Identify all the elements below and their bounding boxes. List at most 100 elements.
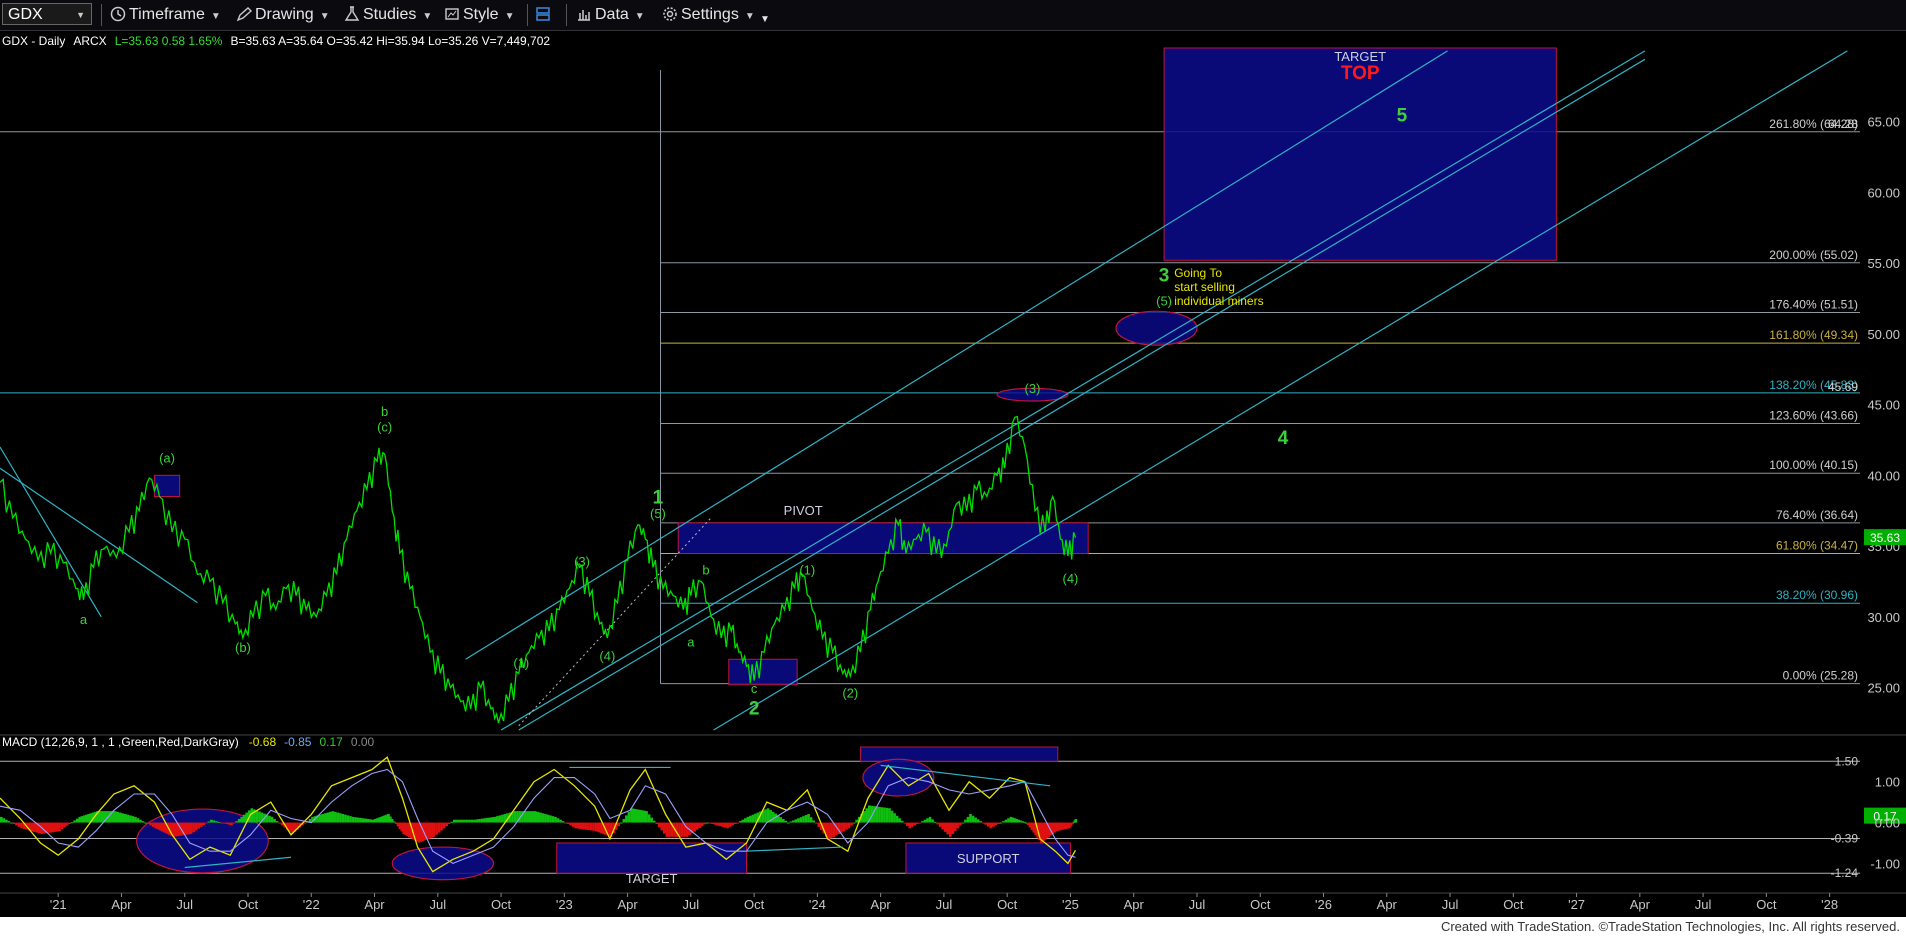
macd-histogram-bar — [455, 819, 459, 823]
macd-histogram-bar — [55, 822, 59, 832]
chevron-down-icon: ▼ — [504, 11, 515, 22]
macd-histogram-bar — [981, 822, 985, 824]
macd-value: -0.68 — [249, 735, 277, 749]
macd-histogram-bar — [154, 822, 157, 829]
wave-label: (5) — [1156, 294, 1172, 309]
macd-zone-label: TARGET — [626, 871, 678, 886]
macd-histogram-bar — [731, 822, 734, 826]
studies-menu[interactable]: Studies ▼ — [344, 5, 432, 25]
price-axis[interactable]: 25.0030.0035.0040.0045.0050.0055.0060.00… — [1828, 115, 1906, 696]
wave-label: 5 — [1397, 106, 1408, 127]
macd-histogram-bar — [999, 822, 1003, 824]
macd-histogram-bar — [442, 822, 446, 829]
layout-button[interactable] — [535, 5, 554, 25]
chart-area[interactable]: 261.80% (64.28)200.00% (55.02)176.40% (5… — [0, 30, 1906, 917]
macd-histogram-bar — [187, 822, 191, 835]
symbol-selector[interactable]: GDX ▼ — [2, 3, 92, 25]
macd-histogram-bar — [551, 816, 555, 823]
macd-histogram-bar — [473, 819, 476, 823]
time-tick-label: Apr — [871, 897, 892, 912]
macd-histogram-bar — [523, 811, 527, 823]
macd-histogram-bar — [660, 822, 664, 831]
macd-histogram-bar — [60, 822, 64, 830]
macd-histogram-bar — [989, 822, 993, 829]
macd-histogram-bar — [652, 820, 656, 823]
macd-histogram-bar — [992, 822, 995, 827]
macd-histogram-bar — [450, 821, 454, 823]
macd-histogram-bar — [141, 821, 145, 823]
trend-channel-line — [465, 50, 1448, 660]
trend-channel-line — [518, 58, 1646, 731]
macd-histogram-bar — [926, 818, 929, 823]
symbol-value: GDX — [8, 6, 43, 23]
macd-tick-label: 1.50 — [1835, 754, 1859, 768]
time-tick-label: '22 — [303, 897, 320, 912]
header-info: GDX - Daily ARCX L=35.63 0.58 1.65% B=35.63… — [2, 34, 550, 48]
macd-tick-label: -0.39 — [1831, 831, 1859, 845]
macd-histogram-bar — [533, 811, 537, 823]
macd-histogram-bar — [964, 819, 967, 823]
macd-histogram-bar — [331, 811, 335, 823]
fib-level-label: 0.00% (25.28) — [1783, 669, 1858, 683]
macd-histogram-bar — [432, 822, 436, 837]
macd-histogram-bar — [78, 816, 82, 823]
time-tick-label: Jul — [1695, 897, 1712, 912]
time-tick-label: Oct — [1756, 897, 1777, 912]
macd-histogram-bar — [258, 811, 261, 823]
macd-histogram-bar — [971, 815, 975, 823]
exchange: ARCX — [73, 34, 106, 48]
overflow-chevron-icon[interactable]: ▼ — [760, 10, 770, 30]
style-icon — [445, 8, 459, 20]
macd-histogram-bar — [227, 822, 231, 825]
macd-histogram-bar — [2, 818, 6, 823]
macd-histogram-bar — [571, 822, 575, 827]
macd-histogram-bar — [528, 811, 532, 823]
macd-histogram-bar — [941, 822, 944, 830]
time-tick-label: '27 — [1568, 897, 1585, 912]
drawing-label: Drawing — [255, 6, 314, 23]
macd-histogram-bar — [344, 814, 347, 823]
macd-histogram-bar — [997, 822, 1000, 824]
price-tick-label: 45.00 — [1867, 398, 1900, 413]
time-tick-label: Oct — [997, 897, 1018, 912]
macd-histogram-bar — [1074, 819, 1078, 823]
macd-histogram-bar — [369, 819, 373, 823]
macd-histogram-bar — [695, 822, 699, 830]
macd-histogram-bar — [185, 822, 188, 835]
macd-histogram-bar — [356, 817, 360, 823]
macd-histogram-bar — [51, 822, 55, 833]
wave-label: (4) — [599, 649, 615, 664]
macd-histogram-bar — [741, 819, 745, 823]
timeframe-menu[interactable]: Timeframe ▼ — [110, 5, 221, 25]
data-menu[interactable]: Data ▼ — [576, 5, 645, 25]
macd-histogram-bar — [17, 822, 21, 827]
time-axis[interactable]: '21 Apr Jul Oct '22 Apr Jul Oct '23 Apr Jul Oct '24 A… — [0, 892, 1906, 912]
macd-histogram-bar — [812, 820, 815, 823]
macd-histogram-bar — [303, 822, 307, 824]
macd-histogram-bar — [161, 822, 164, 832]
zone-label: PIVOT — [784, 503, 823, 518]
style-menu[interactable]: Style ▼ — [444, 5, 514, 25]
macd-histogram-bar — [584, 822, 588, 830]
macd-histogram-bar — [736, 822, 740, 824]
settings-menu[interactable]: Settings ▼ — [662, 5, 755, 25]
wave-label: (3) — [574, 554, 590, 569]
macd-histogram-bar — [948, 822, 952, 837]
macd-histogram-bar — [463, 819, 466, 823]
chevron-down-icon: ▼ — [422, 11, 433, 22]
macd-histogram-bar — [531, 811, 535, 823]
macd-histogram-bar — [129, 815, 132, 823]
drawing-menu[interactable]: Drawing ▼ — [236, 5, 330, 25]
macd-histogram-bar — [475, 819, 479, 823]
macd-histogram-bar — [326, 812, 330, 823]
macd-histogram-bar — [627, 811, 631, 823]
macd-histogram-bar — [655, 822, 659, 824]
macd-histogram-bar — [539, 812, 542, 823]
macd-histogram-bar — [576, 822, 580, 829]
macd-histogram-bar — [951, 822, 955, 834]
macd-histogram-bar — [323, 813, 327, 823]
macd-histogram-bar — [976, 819, 980, 823]
macd-histogram-bar — [718, 822, 722, 827]
chevron-down-icon: ▼ — [76, 10, 85, 20]
macd-histogram-bar — [149, 822, 152, 826]
